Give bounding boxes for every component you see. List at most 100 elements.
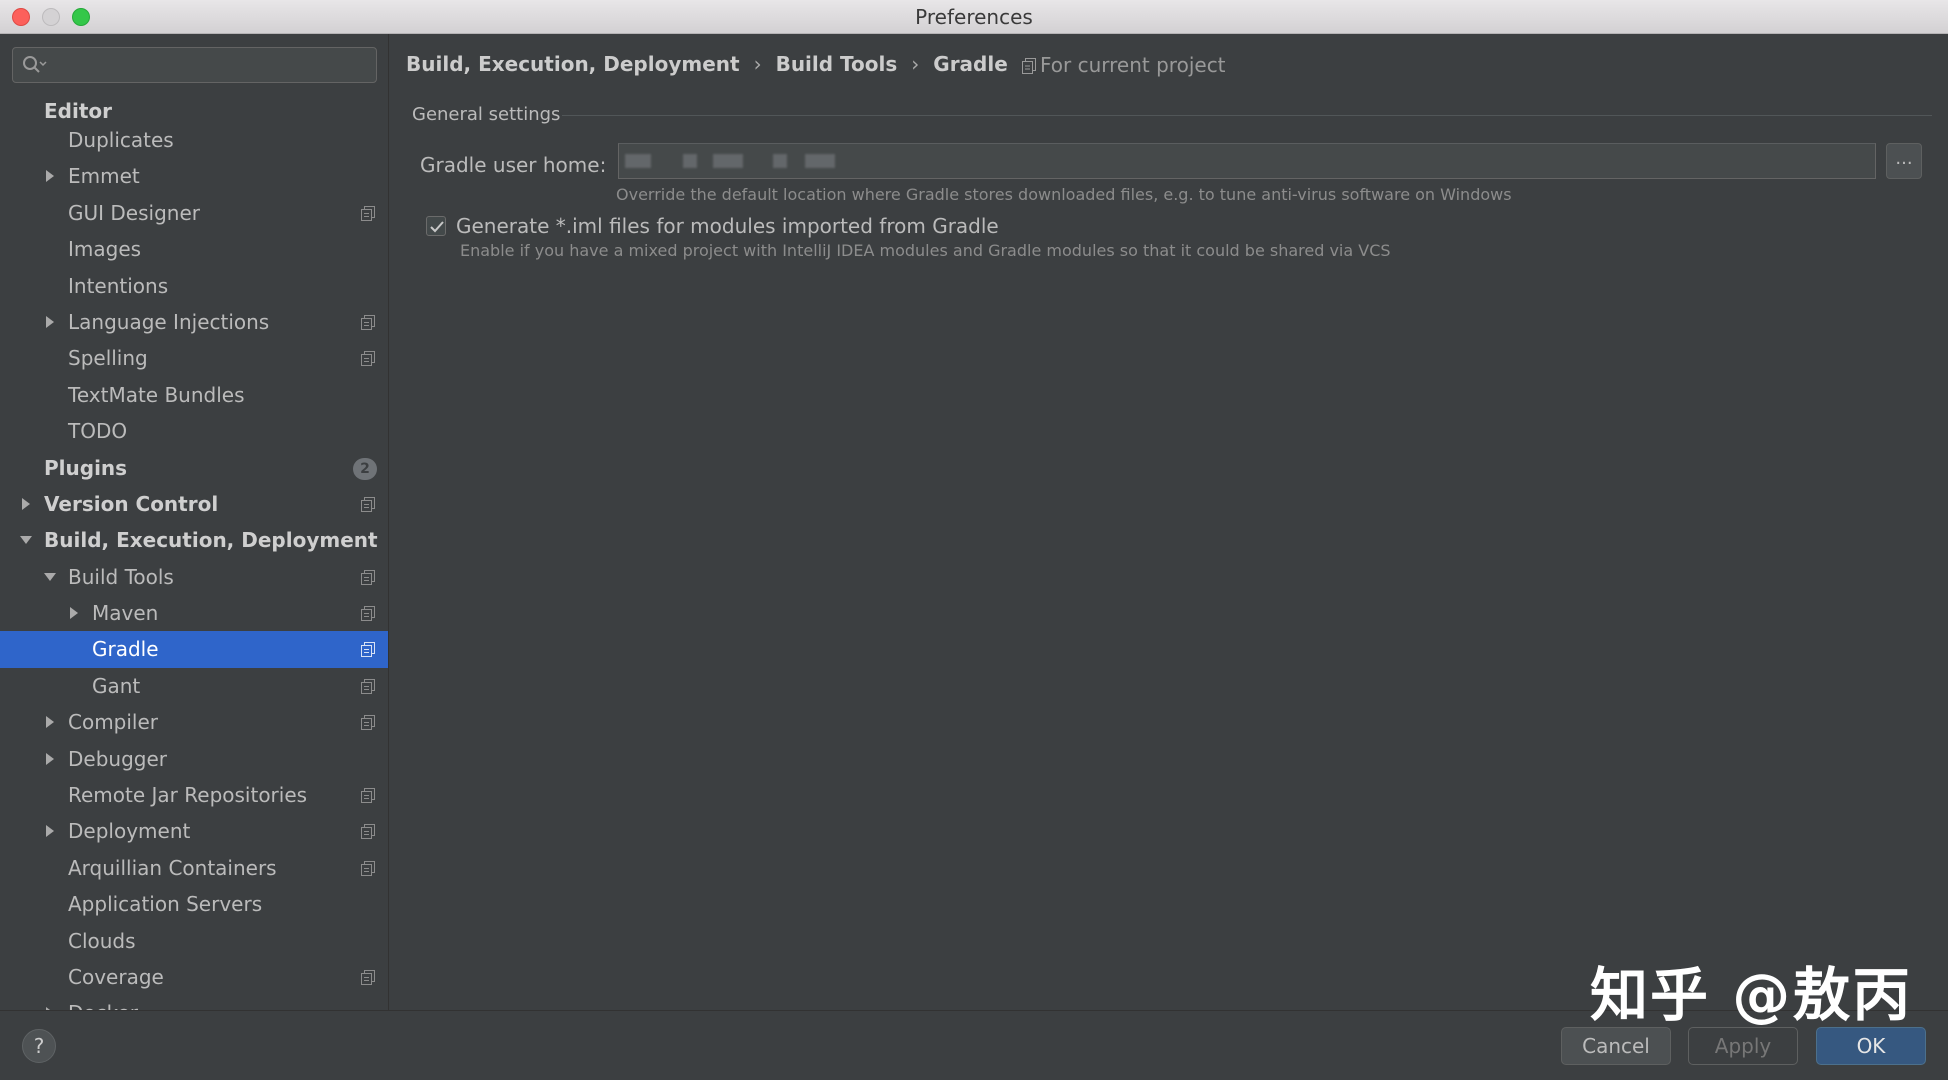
project-scope-icon — [361, 788, 375, 804]
sidebar-item-deployment[interactable]: Deployment — [0, 813, 388, 849]
sidebar-item-label: Intentions — [68, 273, 169, 298]
sidebar-item-editor[interactable]: Editor — [0, 96, 388, 123]
expand-right-icon[interactable] — [66, 595, 82, 631]
sidebar-item-application-servers[interactable]: Application Servers — [0, 886, 388, 922]
sidebar-item-language-injections[interactable]: Language Injections — [0, 304, 388, 340]
sidebar-item-version-control[interactable]: Version Control — [0, 486, 388, 522]
breadcrumb-item-build-execution-deployment[interactable]: Build, Execution, Deployment — [406, 52, 740, 76]
group-divider — [562, 115, 1932, 116]
sidebar-item-intentions[interactable]: Intentions — [0, 268, 388, 304]
sidebar-item-label: Images — [68, 237, 142, 262]
project-scope-icon — [361, 314, 375, 330]
expand-down-icon[interactable] — [18, 522, 34, 558]
sidebar-item-remote-jar-repositories[interactable]: Remote Jar Repositories — [0, 777, 388, 813]
sidebar-item-images[interactable]: Images — [0, 231, 388, 267]
sidebar-item-gradle[interactable]: Gradle — [0, 631, 388, 668]
scope-indicator: For current project — [1022, 48, 1226, 82]
sidebar-item-label: Duplicates — [68, 128, 174, 152]
search-icon — [23, 56, 47, 73]
project-scope-icon — [361, 496, 375, 512]
redacted-path-block — [683, 154, 697, 168]
ok-button[interactable]: OK — [1816, 1027, 1926, 1065]
sidebar-item-coverage[interactable]: Coverage — [0, 959, 388, 995]
breadcrumb-item-build-tools[interactable]: Build Tools — [776, 52, 898, 76]
sidebar-item-gant[interactable]: Gant — [0, 668, 388, 704]
project-scope-icon — [361, 205, 375, 221]
sidebar-item-maven[interactable]: Maven — [0, 595, 388, 631]
cancel-button[interactable]: Cancel — [1561, 1027, 1671, 1065]
project-scope-icon — [361, 678, 375, 694]
breadcrumb-separator-icon: › — [911, 52, 920, 76]
sidebar-item-textmate-bundles[interactable]: TextMate Bundles — [0, 377, 388, 413]
generate-iml-checkbox[interactable] — [426, 216, 446, 236]
sidebar-item-label: Maven — [92, 601, 159, 626]
sidebar-item-emmet[interactable]: Emmet — [0, 158, 388, 194]
sidebar-item-label: Build, Execution, Deployment — [44, 528, 378, 553]
expand-down-icon[interactable] — [42, 559, 58, 595]
sidebar-item-arquillian-containers[interactable]: Arquillian Containers — [0, 850, 388, 886]
settings-sidebar: Editor Duplicates Emmet GUI Designer Images I… — [0, 34, 389, 1010]
expand-right-icon[interactable] — [18, 486, 34, 522]
project-scope-icon — [361, 860, 375, 876]
checkmark-icon — [430, 221, 444, 233]
sidebar-item-label: TextMate Bundles — [68, 382, 245, 407]
generate-iml-label[interactable]: Generate *.iml files for modules importe… — [456, 210, 999, 242]
expand-right-icon[interactable] — [42, 813, 58, 849]
project-scope-icon — [361, 569, 375, 585]
sidebar-item-label: Language Injections — [68, 309, 270, 334]
sidebar-item-build-execution-deployment[interactable]: Build, Execution, Deployment — [0, 522, 388, 558]
settings-tree: Editor Duplicates Emmet GUI Designer Images I… — [0, 96, 388, 1010]
window-title: Preferences — [915, 5, 1033, 29]
sidebar-item-docker[interactable]: Docker — [0, 995, 388, 1010]
sidebar-item-build-tools[interactable]: Build Tools — [0, 559, 388, 595]
project-scope-icon — [361, 969, 375, 985]
settings-search-input[interactable] — [12, 47, 377, 83]
expand-right-icon[interactable] — [42, 158, 58, 194]
project-scope-icon — [361, 715, 375, 731]
gradle-user-home-hint: Override the default location where Grad… — [616, 185, 1512, 204]
generate-iml-hint: Enable if you have a mixed project with … — [460, 241, 1391, 260]
watermark: 知乎 @敖丙 — [1590, 961, 1913, 1029]
expand-right-icon[interactable] — [42, 995, 58, 1010]
gradle-user-home-input[interactable] — [618, 143, 1876, 179]
sidebar-item-label: Debugger — [68, 746, 167, 771]
sidebar-item-todo[interactable]: TODO — [0, 413, 388, 449]
sidebar-item-label: Clouds — [68, 928, 136, 953]
project-scope-icon — [1022, 58, 1036, 74]
redacted-path-block — [773, 154, 787, 168]
sidebar-item-clouds[interactable]: Clouds — [0, 923, 388, 959]
sidebar-item-label: TODO — [68, 419, 128, 444]
sidebar-item-label: GUI Designer — [68, 200, 200, 225]
sidebar-item-label: Build Tools — [68, 564, 174, 589]
sidebar-item-label: Application Servers — [68, 892, 263, 917]
redacted-path-block — [805, 154, 835, 168]
scope-label: For current project — [1040, 53, 1226, 77]
sidebar-item-spelling[interactable]: Spelling — [0, 340, 388, 376]
expand-right-icon[interactable] — [42, 704, 58, 740]
project-scope-icon — [361, 824, 375, 840]
sidebar-item-label: Deployment — [68, 819, 191, 844]
apply-button[interactable]: Apply — [1688, 1027, 1798, 1065]
browse-button[interactable]: ... — [1886, 143, 1922, 179]
sidebar-item-gui-designer[interactable]: GUI Designer — [0, 195, 388, 231]
sidebar-item-label: Compiler — [68, 710, 159, 735]
project-scope-icon — [361, 642, 375, 658]
help-button[interactable]: ? — [22, 1029, 56, 1063]
sidebar-item-compiler[interactable]: Compiler — [0, 704, 388, 740]
sidebar-item-plugins[interactable]: Plugins 2 — [0, 450, 388, 486]
project-scope-icon — [361, 606, 375, 622]
sidebar-item-duplicates[interactable]: Duplicates — [0, 122, 388, 158]
expand-right-icon[interactable] — [42, 304, 58, 340]
sidebar-item-debugger[interactable]: Debugger — [0, 741, 388, 777]
expand-right-icon[interactable] — [42, 741, 58, 777]
sidebar-item-label: Version Control — [44, 491, 219, 516]
sidebar-item-label: Remote Jar Repositories — [68, 783, 308, 808]
general-settings-title: General settings — [412, 104, 561, 125]
sidebar-item-label: Gradle — [92, 637, 159, 662]
gradle-settings-panel: Build, Execution, Deployment › Build Tools… — [390, 34, 1948, 1010]
redacted-path-block — [625, 154, 651, 168]
sidebar-item-label: Arquillian Containers — [68, 855, 277, 880]
sidebar-item-label: Plugins — [44, 455, 128, 480]
sidebar-item-label: Docker — [68, 995, 138, 1010]
sidebar-item-label: Coverage — [68, 964, 164, 989]
